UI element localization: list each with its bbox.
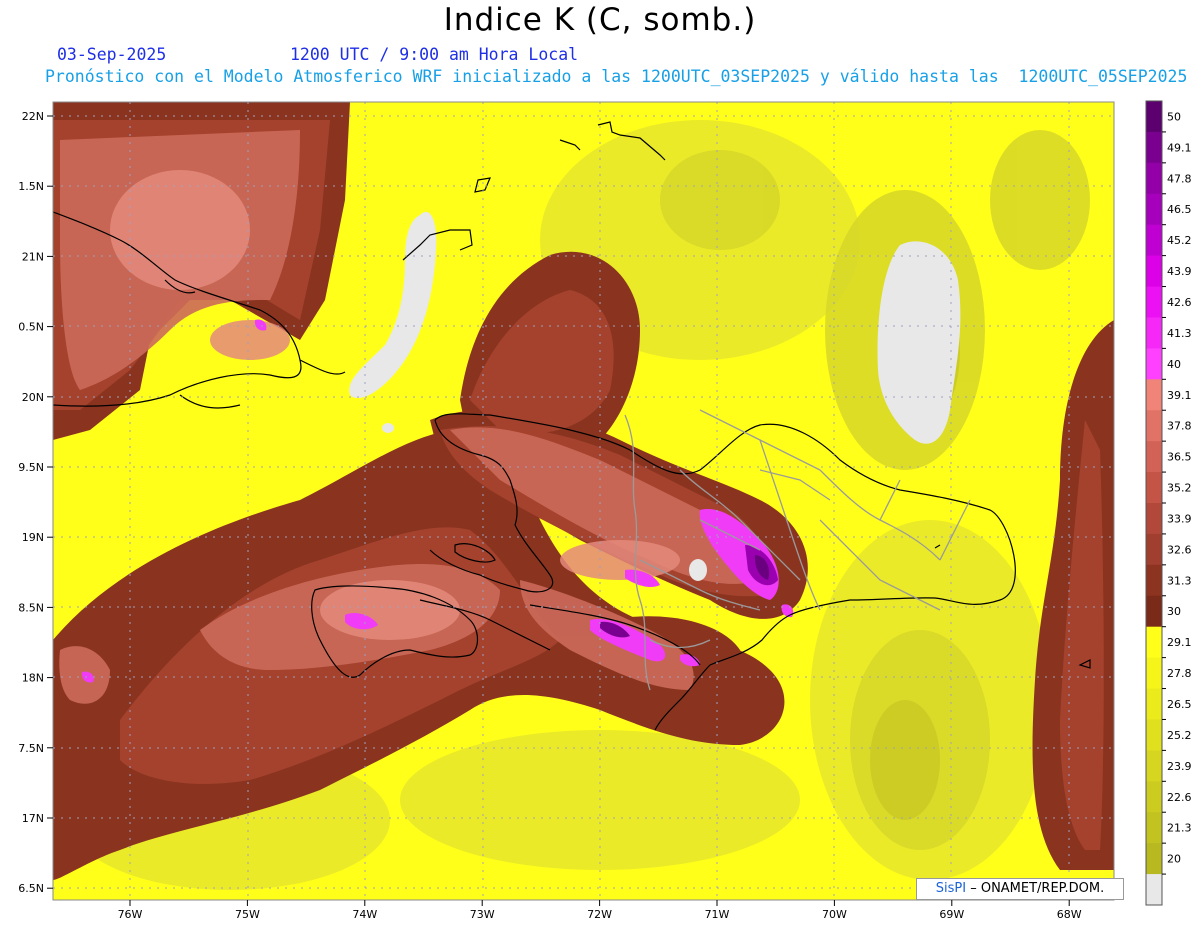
colorbar-label: 27.8: [1167, 667, 1192, 680]
colorbar-label: 46.5: [1167, 203, 1192, 216]
longitude-axis: 76W 75W 74W 73W 72W 71W 70W 69W 68W: [118, 900, 1082, 921]
lat-label: 8.5N: [18, 601, 44, 614]
lon-label: 70W: [822, 908, 847, 921]
colorbar-label: 23.9: [1167, 760, 1192, 773]
lat-label: 18N: [22, 672, 44, 685]
lat-label: 20N: [22, 391, 44, 404]
colorbar-label: 20: [1167, 853, 1181, 866]
colorbar-swatch: [1146, 162, 1162, 195]
lon-label: 69W: [939, 908, 964, 921]
lat-label: 22N: [22, 110, 44, 123]
colorbar-label: 47.8: [1167, 172, 1192, 185]
colorbar-swatch: [1146, 812, 1162, 844]
colorbar-swatch: [1146, 533, 1162, 566]
colorbar-swatch: [1146, 626, 1162, 659]
lat-label: 19N: [22, 531, 44, 544]
colorbar-swatch: [1146, 503, 1162, 535]
lat-label: 0.5N: [18, 321, 44, 334]
colorbar-swatch: [1146, 193, 1162, 226]
colorbar-label: 36.5: [1167, 451, 1192, 464]
colorbar-swatch: [1146, 101, 1162, 133]
colorbar-swatch: [1146, 286, 1162, 318]
latitude-axis: 22N 1.5N 21N 0.5N 20N 9.5N 19N 8.5N 18N 7.5N 17N 6.…: [18, 110, 53, 895]
colorbar-label: 39.1: [1167, 389, 1192, 402]
colorbar-label: 35.2: [1167, 482, 1192, 495]
sispi-logo: SisPI: [935, 881, 967, 896]
colorbar-swatch: [1146, 657, 1162, 690]
credit-box: SisPI – ONAMET/REP.DOM.: [916, 878, 1124, 900]
colorbar-label: 22.6: [1167, 791, 1192, 804]
lon-label: 76W: [118, 908, 143, 921]
colorbar-label: 45.2: [1167, 234, 1192, 247]
lat-label: 9.5N: [18, 461, 44, 474]
colorbar-label: 31.3: [1167, 574, 1192, 587]
colorbar-label: 41.3: [1167, 327, 1192, 340]
colorbar-swatch: [1146, 472, 1162, 504]
colorbar-swatch: [1146, 224, 1162, 257]
colorbar-label: 37.8: [1167, 420, 1192, 433]
colorbar: 50 49.1 47.8 46.5 45.2 43.9 42.6 41.3 40 39.1 37.8…: [1145, 100, 1192, 906]
colorbar-label: 40: [1167, 358, 1181, 371]
credit-text: – ONAMET/REP.DOM.: [970, 881, 1105, 896]
lon-label: 75W: [235, 908, 260, 921]
colorbar-label: 42.6: [1167, 296, 1192, 309]
colorbar-label: 25.2: [1167, 729, 1192, 742]
lon-label: 71W: [705, 908, 730, 921]
colorbar-label: 30: [1167, 605, 1181, 618]
colorbar-swatch: [1146, 595, 1162, 628]
colorbar-swatch: [1146, 750, 1162, 782]
colorbar-label: 33.9: [1167, 512, 1192, 525]
lat-label: 6.5N: [18, 882, 44, 895]
colorbar-swatch: [1146, 843, 1162, 875]
colorbar-swatch: [1146, 874, 1162, 906]
colorbar-swatch: [1146, 255, 1162, 288]
colorbar-swatch: [1146, 441, 1162, 473]
shaded-field: [53, 102, 1114, 900]
lat-label: 21N: [22, 250, 44, 263]
colorbar-swatch: [1146, 348, 1162, 380]
lon-label: 73W: [470, 908, 495, 921]
colorbar-swatch: [1146, 131, 1162, 164]
colorbar-label: 50: [1167, 110, 1181, 123]
lon-label: 72W: [587, 908, 612, 921]
colorbar-label: 29.1: [1167, 636, 1192, 649]
lon-label: 74W: [352, 908, 377, 921]
lat-label: 7.5N: [18, 742, 44, 755]
k-index-map: 22N 1.5N 21N 0.5N 20N 9.5N 19N 8.5N 18N 7.5N 17N 6.…: [18, 100, 1192, 921]
colorbar-swatch: [1146, 781, 1162, 813]
lat-label: 17N: [22, 812, 44, 825]
colorbar-label: 26.5: [1167, 698, 1192, 711]
colorbar-swatch: [1146, 379, 1162, 411]
colorbar-label: 49.1: [1167, 141, 1192, 154]
colorbar-swatch: [1146, 564, 1162, 597]
colorbar-swatch: [1146, 688, 1162, 720]
lon-label: 68W: [1057, 908, 1082, 921]
colorbar-label: 21.3: [1167, 822, 1192, 835]
colorbar-swatch: [1146, 719, 1162, 751]
colorbar-swatch: [1146, 410, 1162, 442]
colorbar-swatch: [1146, 317, 1162, 349]
colorbar-label: 43.9: [1167, 265, 1192, 278]
lat-label: 1.5N: [18, 180, 44, 193]
colorbar-label: 32.6: [1167, 543, 1192, 556]
